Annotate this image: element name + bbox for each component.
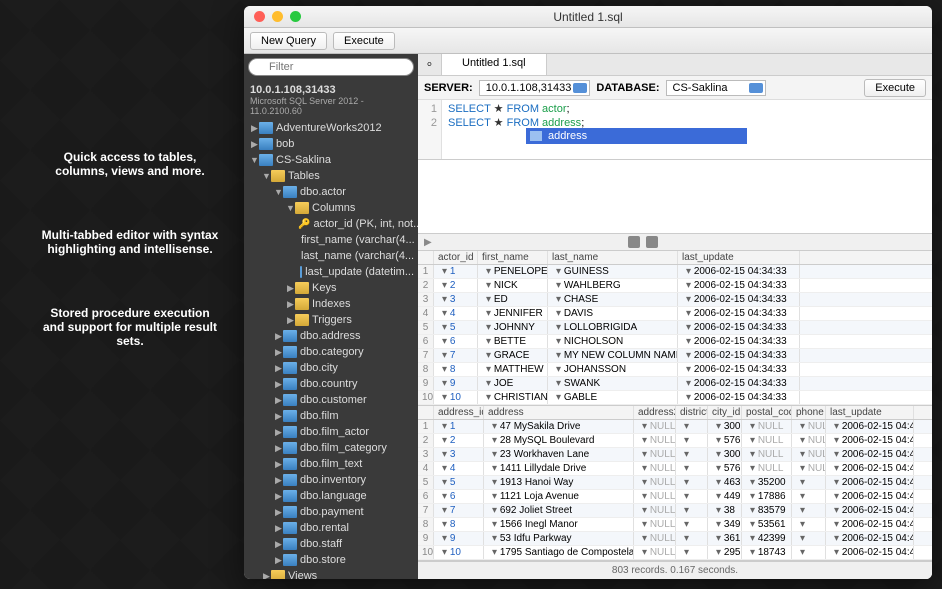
results-grid-address[interactable]: address_idaddressaddress2districtcity_id… [418,406,932,561]
tree-table[interactable]: ▼dbo.actor [244,184,418,200]
database-dropdown[interactable]: CS-Saklina [666,80,766,96]
new-tab-button[interactable]: ◦ [418,54,442,75]
results-grid-actor[interactable]: actor_idfirst_namelast_namelast_update1▾… [418,251,932,406]
tree-folder-tables[interactable]: ▼Tables [244,168,418,184]
plus-icon: ◦ [427,56,433,74]
tree-table[interactable]: ▶dbo.film [244,408,418,424]
results-view-icon[interactable] [628,236,640,248]
sidebar: 10.0.1.108,31433 Microsoft SQL Server 20… [244,54,418,579]
tree-column[interactable]: last_name (varchar(4... [244,248,418,264]
tab[interactable]: Untitled 1.sql [442,54,547,75]
tree-table[interactable]: ▶dbo.film_category [244,440,418,456]
tree-table[interactable]: ▶dbo.inventory [244,472,418,488]
marketing-text: Multi-tabbed editor with syntax highligh… [40,228,220,256]
tree-folder-columns[interactable]: ▼Columns [244,200,418,216]
tree-column[interactable]: last_update (datetim... [244,264,418,280]
sql-editor[interactable]: 12 SELECT ★ FROM actor; SELECT ★ FROM ad… [418,100,932,160]
database-label: DATABASE: [596,82,659,94]
text-view-icon[interactable] [646,236,658,248]
tree-folder-indexes[interactable]: ▶Indexes [244,296,418,312]
server-version: Microsoft SQL Server 2012 - 11.0.2100.60 [250,96,412,116]
tree-table[interactable]: ▶dbo.rental [244,520,418,536]
execute-button[interactable]: Execute [333,32,395,50]
server-label: SERVER: [424,82,473,94]
titlebar: Untitled 1.sql [244,6,932,28]
app-window: Untitled 1.sql New Query Execute 10.0.1.… [244,6,932,579]
marketing-text: Quick access to tables, columns, views a… [40,150,220,178]
tree-table[interactable]: ▶dbo.store [244,552,418,568]
tree-folder-keys[interactable]: ▶Keys [244,280,418,296]
tree-db[interactable]: ▶bob [244,136,418,152]
server-dropdown[interactable]: 10.0.1.108,31433 [479,80,591,96]
server-host: 10.0.1.108,31433 [250,84,412,96]
tree-table[interactable]: ▶dbo.film_actor [244,424,418,440]
autocomplete-popup[interactable]: address [526,128,747,144]
tree-table[interactable]: ▶dbo.category [244,344,418,360]
execute-query-button[interactable]: Execute [864,79,926,97]
marketing-text: Stored procedure execution and support f… [40,306,220,348]
tree-table[interactable]: ▶dbo.city [244,360,418,376]
tree-table[interactable]: ▶dbo.payment [244,504,418,520]
tree-db[interactable]: ▼CS-Saklina [244,152,418,168]
filter-input[interactable] [248,58,414,76]
tree-column[interactable]: first_name (varchar(4... [244,232,418,248]
tree-column-pk[interactable]: actor_id (PK, int, not... [244,216,418,232]
tree-folder-views[interactable]: ▶Views [244,568,418,579]
tree-table[interactable]: ▶dbo.address [244,328,418,344]
status-bar: 803 records. 0.167 seconds. [418,561,932,579]
tree-table[interactable]: ▶dbo.language [244,488,418,504]
tree-table[interactable]: ▶dbo.staff [244,536,418,552]
window-title: Untitled 1.sql [244,10,932,24]
tree-table[interactable]: ▶dbo.country [244,376,418,392]
key-icon [298,218,310,230]
tree-table[interactable]: ▶dbo.customer [244,392,418,408]
new-query-button[interactable]: New Query [250,32,327,50]
tree-table[interactable]: ▶dbo.film_text [244,456,418,472]
tree-folder-triggers[interactable]: ▶Triggers [244,312,418,328]
tree-db[interactable]: ▶AdventureWorks2012 [244,120,418,136]
chevron-right-icon[interactable]: ▶ [424,237,432,248]
schema-tree[interactable]: 10.0.1.108,31433 Microsoft SQL Server 20… [244,80,418,579]
